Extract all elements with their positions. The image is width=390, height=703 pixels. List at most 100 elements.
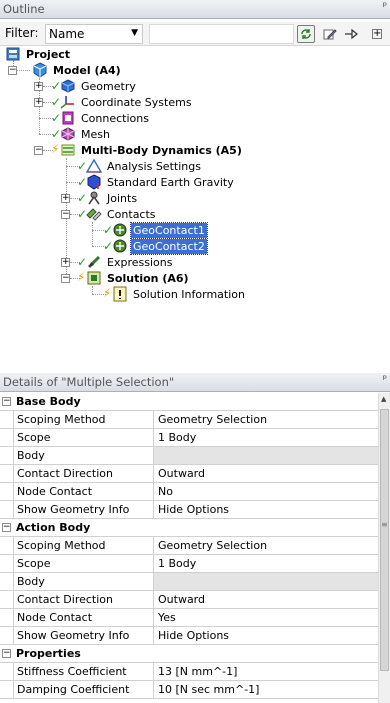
collapse-model-toggle[interactable]: − <box>8 66 17 75</box>
property-row[interactable]: Node Contact No <box>0 483 378 501</box>
expand-geometry-toggle[interactable]: + <box>34 82 43 91</box>
expand-expressions-toggle[interactable]: + <box>61 258 70 267</box>
expand-tree-button[interactable] <box>343 25 361 43</box>
tree-item-coordinate-systems[interactable]: ✓ Coordinate Systems <box>51 94 194 110</box>
pin-icon[interactable]: ᵖ <box>383 1 387 12</box>
tree-item-label: Expressions <box>107 255 173 269</box>
property-row[interactable]: Contact Direction Outward <box>0 465 378 483</box>
tree-item-connections[interactable]: ✓ Connections <box>51 110 151 126</box>
property-row[interactable]: Damping Coefficient 10 [N sec mm^-1] <box>0 681 378 699</box>
property-name: Show Geometry Info <box>13 501 154 518</box>
property-name: Scoping Method <box>13 411 154 428</box>
tree-item-label: Model (A4) <box>53 63 121 77</box>
property-row[interactable]: Show Geometry Info Hide Options <box>0 627 378 645</box>
property-row[interactable]: Scoping Method Geometry Selection <box>0 537 378 555</box>
expand-coordinate-systems-toggle[interactable]: + <box>34 98 43 107</box>
expand-joints-toggle[interactable]: + <box>61 194 70 203</box>
collapse-solution-toggle[interactable]: − <box>61 274 70 283</box>
property-value[interactable]: Geometry Selection <box>154 411 378 428</box>
property-value[interactable]: 10 [N sec mm^-1] <box>154 681 378 698</box>
mesh-icon <box>60 126 76 142</box>
property-value[interactable]: 1 Body <box>154 429 378 446</box>
property-name: Stiffness Coefficient <box>13 663 154 680</box>
property-value[interactable]: Outward <box>154 465 378 482</box>
filter-dropdown[interactable]: Name ▼ <box>45 24 143 44</box>
tree-item-label: Solution (A6) <box>107 271 189 285</box>
property-row[interactable]: Body <box>0 573 378 591</box>
property-row[interactable]: Scope 1 Body <box>0 555 378 573</box>
tree-item-label: Analysis Settings <box>107 159 201 173</box>
property-value[interactable]: 1 Body <box>154 555 378 572</box>
property-row[interactable]: Scoping Method Geometry Selection <box>0 411 378 429</box>
tree-item-label: Project <box>26 47 71 61</box>
property-name: Scoping Method <box>13 537 154 554</box>
geocontact-icon <box>112 222 128 238</box>
group-properties[interactable]: − Properties <box>0 645 378 663</box>
edit-icon <box>323 29 337 40</box>
tree-item-geocontact2[interactable]: ✓ GeoContact2 <box>103 237 208 255</box>
tree-item-geometry[interactable]: ✓ Geometry <box>51 78 138 94</box>
property-value[interactable]: Outward <box>154 591 378 608</box>
expressions-icon <box>86 254 102 270</box>
property-row[interactable]: Show Geometry Info Hide Options <box>0 501 378 519</box>
tree-item-expressions[interactable]: ✓ Expressions <box>77 254 174 270</box>
property-row[interactable]: Scope 1 Body <box>0 429 378 447</box>
collapse-icon[interactable]: − <box>2 397 11 406</box>
tree-item-label: GeoContact2 <box>130 237 208 255</box>
tree-item-label: Solution Information <box>133 287 245 301</box>
collapse-icon[interactable]: − <box>2 523 11 532</box>
property-row[interactable]: Stiffness Coefficient 13 [N mm^-1] <box>0 663 378 681</box>
property-row[interactable]: Node Contact Yes <box>0 609 378 627</box>
tree-item-multi-body-dynamics[interactable]: ⚡ Multi-Body Dynamics (A5) <box>51 142 244 158</box>
filter-search-input[interactable] <box>149 24 294 44</box>
expand-all-button[interactable]: + <box>368 25 386 43</box>
tree-item-project[interactable]: Project <box>5 46 72 62</box>
property-value <box>154 447 378 464</box>
outline-header: Outline ᵖ <box>0 0 390 19</box>
property-row[interactable]: Contact Direction Outward <box>0 591 378 609</box>
tree-item-label: Standard Earth Gravity <box>107 175 234 189</box>
tree-item-label: Geometry <box>81 79 136 93</box>
scrollbar-thumb[interactable] <box>380 409 389 671</box>
property-value[interactable]: 13 [N mm^-1] <box>154 663 378 680</box>
grip-icon: ≡ <box>381 520 388 529</box>
property-row[interactable]: Body <box>0 447 378 465</box>
scroll-up-icon[interactable]: ▲ <box>381 395 386 403</box>
property-value[interactable]: Yes <box>154 609 378 626</box>
pin-icon[interactable]: ᵖ <box>383 374 387 385</box>
property-name: Contact Direction <box>13 465 154 482</box>
tree-item-solution-information[interactable]: ⚡ Solution Information <box>103 286 247 302</box>
edit-filter-button[interactable] <box>321 25 339 43</box>
collapse-contacts-toggle[interactable]: − <box>61 210 70 219</box>
tree-item-standard-earth-gravity[interactable]: ✓ Standard Earth Gravity <box>77 174 236 190</box>
property-value[interactable]: Hide Options <box>154 501 378 518</box>
analysis-icon <box>60 142 76 158</box>
tree-item-label: Coordinate Systems <box>81 95 192 109</box>
settings-graph-icon <box>85 158 103 174</box>
property-value[interactable]: No <box>154 483 378 500</box>
tree-item-geocontact1[interactable]: ✓ GeoContact1 <box>103 221 208 239</box>
details-scrollbar[interactable]: ▲ ≡ <box>378 393 390 703</box>
group-action-body[interactable]: − Action Body <box>0 519 378 537</box>
tree-item-label: Connections <box>81 111 149 125</box>
tree-item-model[interactable]: Model (A4) <box>32 62 123 78</box>
filter-dropdown-value: Name <box>49 27 85 41</box>
tree-item-solution[interactable]: ⚡ Solution (A6) <box>77 270 191 286</box>
project-icon <box>5 46 21 62</box>
sync-tree-button[interactable] <box>297 25 315 43</box>
tree-item-label: Mesh <box>81 127 110 141</box>
geocontact-icon <box>112 238 128 254</box>
property-value[interactable]: Hide Options <box>154 627 378 644</box>
tree-item-contacts[interactable]: ✓ Contacts <box>77 206 158 222</box>
tree-item-joints[interactable]: ✓ Joints <box>77 190 139 206</box>
group-label: Action Body <box>16 521 91 534</box>
collapse-multibody-toggle[interactable]: − <box>34 146 43 155</box>
tree-item-mesh[interactable]: ✓ Mesh <box>51 126 112 142</box>
collapse-icon[interactable]: − <box>2 649 11 658</box>
property-name: Node Contact <box>13 609 154 626</box>
outline-title: Outline <box>3 2 45 16</box>
joint-icon <box>86 190 102 206</box>
tree-item-analysis-settings[interactable]: ✓ Analysis Settings <box>77 158 203 174</box>
property-value[interactable]: Geometry Selection <box>154 537 378 554</box>
group-base-body[interactable]: − Base Body <box>0 393 378 411</box>
